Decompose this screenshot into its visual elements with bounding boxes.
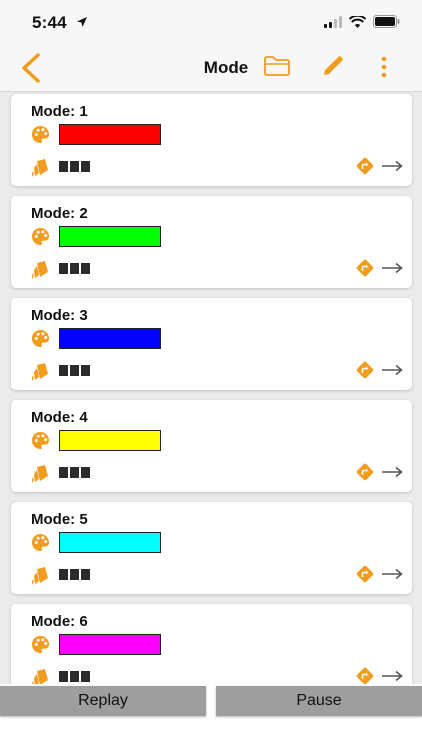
pause-button[interactable]: Pause: [216, 686, 422, 716]
palette-icon: [31, 329, 50, 348]
battery-icon: [373, 15, 400, 28]
turn-right-icon[interactable]: [356, 463, 374, 481]
arrow-right-icon[interactable]: [381, 160, 403, 172]
arrow-right-icon[interactable]: [381, 466, 403, 478]
mode-card[interactable]: Mode: 5: [11, 502, 412, 594]
arrow-right-icon[interactable]: [381, 262, 403, 274]
bucket-icon: [31, 159, 48, 177]
arrow-right-icon[interactable]: [381, 568, 403, 580]
signal-icon: [324, 15, 342, 28]
color-swatch[interactable]: [59, 226, 161, 247]
bucket-icon: [31, 261, 48, 279]
segment-indicator: [59, 467, 90, 478]
bucket-icon: [31, 465, 48, 483]
status-time: 5:44: [32, 13, 67, 32]
segment-indicator: [59, 569, 90, 580]
mode-card[interactable]: Mode: 3: [11, 298, 412, 390]
replay-button[interactable]: Replay: [0, 686, 206, 716]
mode-card[interactable]: Mode: 4: [11, 400, 412, 492]
turn-right-icon[interactable]: [356, 157, 374, 175]
mode-title: Mode: 3: [31, 307, 88, 324]
mode-title: Mode: 1: [31, 103, 88, 120]
wifi-icon: [349, 15, 366, 28]
turn-right-icon[interactable]: [356, 259, 374, 277]
bottom-toolbar: Replay Pause: [0, 684, 422, 750]
turn-right-icon[interactable]: [356, 667, 374, 684]
turn-right-icon[interactable]: [356, 565, 374, 583]
mode-title: Mode: 4: [31, 409, 88, 426]
mode-card[interactable]: Mode: 2: [11, 196, 412, 288]
mode-title: Mode: 5: [31, 511, 88, 528]
palette-icon: [31, 533, 50, 552]
palette-icon: [31, 125, 50, 144]
folder-icon[interactable]: [263, 54, 291, 78]
mode-card[interactable]: Mode: 6: [11, 604, 412, 684]
arrow-right-icon[interactable]: [381, 670, 403, 682]
segment-indicator: [59, 365, 90, 376]
status-bar: 5:44: [0, 0, 422, 44]
bucket-icon: [31, 363, 48, 381]
arrow-right-icon[interactable]: [381, 364, 403, 376]
mode-title: Mode: 6: [31, 613, 88, 630]
bucket-icon: [31, 567, 48, 585]
turn-right-icon[interactable]: [356, 361, 374, 379]
segment-indicator: [59, 263, 90, 274]
segment-indicator: [59, 671, 90, 682]
page-title: Mode: [203, 58, 249, 77]
pencil-icon[interactable]: [321, 54, 345, 78]
location-arrow-icon: [77, 17, 87, 27]
more-vertical-icon[interactable]: [380, 56, 388, 78]
color-swatch[interactable]: [59, 328, 161, 349]
palette-icon: [31, 431, 50, 450]
palette-icon: [31, 635, 50, 654]
color-swatch[interactable]: [59, 634, 161, 655]
mode-title: Mode: 2: [31, 205, 88, 222]
palette-icon: [31, 227, 50, 246]
mode-list[interactable]: Mode: 1 Mode: 2 Mode: 3 Mode: 4 Mode: 5 …: [0, 92, 422, 684]
color-swatch[interactable]: [59, 430, 161, 451]
nav-bar: Mode: [0, 44, 422, 92]
segment-indicator: [59, 161, 90, 172]
color-swatch[interactable]: [59, 124, 161, 145]
mode-card[interactable]: Mode: 1: [11, 94, 412, 186]
bucket-icon: [31, 669, 48, 684]
status-indicators: [324, 15, 400, 28]
color-swatch[interactable]: [59, 532, 161, 553]
